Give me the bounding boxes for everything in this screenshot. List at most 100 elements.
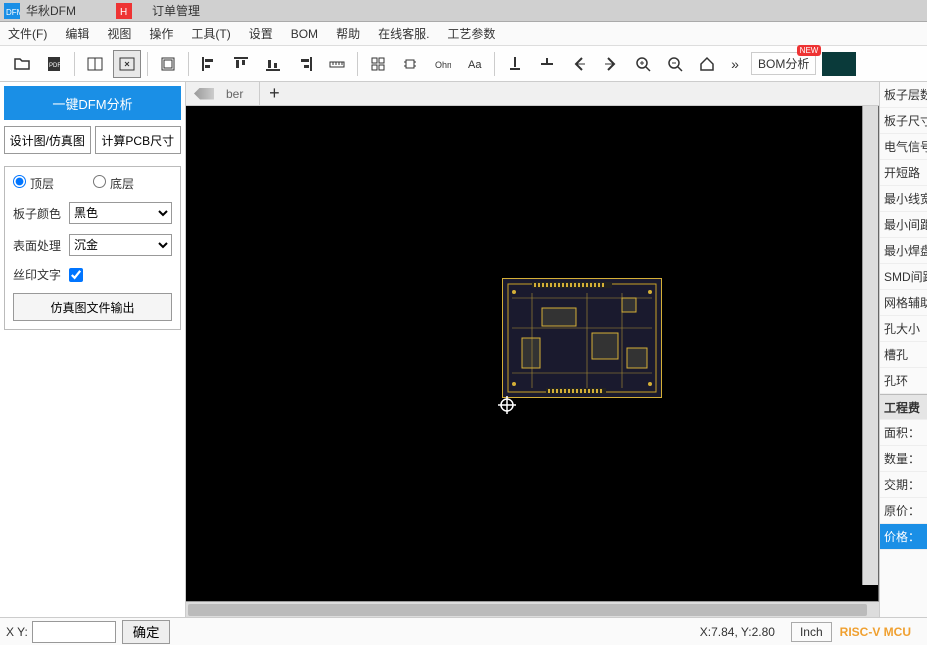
confirm-button[interactable]: 确定 <box>122 620 171 644</box>
cost-item-2: 交期： <box>880 472 927 498</box>
menu-bom[interactable]: BOM <box>291 27 318 41</box>
layers-button[interactable] <box>154 50 182 78</box>
statusbar: X Y: 确定 X:7.84, Y:2.80 Inch RISC-V MCU <box>0 617 927 645</box>
text-button[interactable]: Aa <box>460 50 488 78</box>
align-bottom-icon <box>264 55 282 73</box>
align-right-button[interactable] <box>291 50 319 78</box>
radio-bottom-layer[interactable]: 底层 <box>93 175 149 192</box>
menu-help[interactable]: 帮助 <box>336 25 360 42</box>
open-folder-icon <box>13 55 31 73</box>
cost-item-3: 原价： <box>880 498 927 524</box>
check-item-2[interactable]: 电气信号 <box>880 134 927 160</box>
check-item-9[interactable]: 孔大小 <box>880 316 927 342</box>
unit-display[interactable]: Inch <box>791 622 832 642</box>
arrow-left-icon <box>570 55 588 73</box>
text-icon: Aa <box>465 55 483 73</box>
menu-action[interactable]: 操作 <box>149 25 173 42</box>
panel-split-icon <box>86 55 104 73</box>
align-left-button[interactable] <box>195 50 223 78</box>
check-item-1[interactable]: 板子尺寸 <box>880 108 927 134</box>
export-sim-button[interactable]: 仿真图文件输出 <box>13 293 172 321</box>
vertical-scrollbar[interactable] <box>862 106 878 585</box>
arrow-left-button[interactable] <box>565 50 593 78</box>
more-button[interactable]: » <box>727 56 743 72</box>
check-item-0[interactable]: 板子层数 <box>880 82 927 108</box>
toolbar: PDF Ohm Aa » BOM分析NEW <box>0 46 927 82</box>
menu-view[interactable]: 视图 <box>107 25 131 42</box>
bom-analyze-button[interactable]: BOM分析NEW <box>751 52 816 75</box>
dfm-analyze-button[interactable]: 一键DFM分析 <box>4 86 181 120</box>
titlebar-order-tab[interactable]: 订单管理 <box>152 2 200 19</box>
check-item-4[interactable]: 最小线宽 <box>880 186 927 212</box>
align-top-icon <box>232 55 250 73</box>
export-pdf-button[interactable]: PDF <box>40 50 68 78</box>
check-item-3[interactable]: 开短路 <box>880 160 927 186</box>
arrow-right-button[interactable] <box>597 50 625 78</box>
home-button[interactable] <box>693 50 721 78</box>
pin-icon <box>506 55 524 73</box>
svg-text:Ohm: Ohm <box>435 60 451 70</box>
calc-pcb-button[interactable]: 计算PCB尺寸 <box>95 126 182 154</box>
svg-text:PDF: PDF <box>49 63 61 69</box>
zoom-in-button[interactable] <box>629 50 657 78</box>
ruler-button[interactable] <box>323 50 351 78</box>
align-bottom-button[interactable] <box>259 50 287 78</box>
order-icon: H <box>116 3 132 19</box>
align-top-button[interactable] <box>227 50 255 78</box>
zoom-out-icon <box>666 55 684 73</box>
pin-button[interactable] <box>501 50 529 78</box>
menu-online[interactable]: 在线客服. <box>378 25 429 42</box>
sidebar-left: 一键DFM分析 设计图/仿真图 计算PCB尺寸 顶层 底层 板子颜色 黑色 表面… <box>0 82 186 617</box>
menu-params[interactable]: 工艺参数 <box>447 25 495 42</box>
align-right-icon <box>296 55 314 73</box>
zoom-out-button[interactable] <box>661 50 689 78</box>
open-folder-button[interactable] <box>8 50 36 78</box>
panel-select-button[interactable] <box>113 50 141 78</box>
tab-gerber[interactable]: ber <box>186 82 260 106</box>
ruler-icon <box>328 55 346 73</box>
grid-button[interactable] <box>364 50 392 78</box>
zoom-in-icon <box>634 55 652 73</box>
check-item-11[interactable]: 孔环 <box>880 368 927 394</box>
pcb-board-preview <box>502 278 662 398</box>
check-item-6[interactable]: 最小焊盘 <box>880 238 927 264</box>
menu-settings[interactable]: 设置 <box>249 25 273 42</box>
chip-button[interactable] <box>396 50 424 78</box>
check-item-7[interactable]: SMD间距 <box>880 264 927 290</box>
panel-split-button[interactable] <box>81 50 109 78</box>
pcb-canvas[interactable] <box>186 106 879 601</box>
svg-text:DFM: DFM <box>6 8 20 17</box>
design-sim-button[interactable]: 设计图/仿真图 <box>4 126 91 154</box>
select-surface[interactable]: 沉金 <box>69 234 172 256</box>
horizontal-scrollbar[interactable] <box>186 601 879 617</box>
home-icon <box>698 55 716 73</box>
menu-file[interactable]: 文件(F) <box>8 25 47 42</box>
xy-input[interactable] <box>32 621 116 643</box>
resistor-button[interactable]: Ohm <box>428 50 456 78</box>
tab-add-button[interactable]: + <box>260 83 288 104</box>
cost-item-4: 价格： <box>880 524 927 550</box>
select-board-color[interactable]: 黑色 <box>69 202 172 224</box>
xy-label: X Y: <box>6 625 28 639</box>
label-board-color: 板子颜色 <box>13 205 69 222</box>
menu-tools[interactable]: 工具(T) <box>191 25 230 42</box>
check-item-5[interactable]: 最小间距 <box>880 212 927 238</box>
cost-section-header: 工程费 <box>880 394 927 420</box>
app-icon: DFM <box>4 3 20 19</box>
cursor-coords: X:7.84, Y:2.80 <box>700 625 775 639</box>
align-left-icon <box>200 55 218 73</box>
watermark-text: RISC-V MCU <box>840 625 911 639</box>
label-surface: 表面处理 <box>13 237 69 254</box>
brand-logo <box>822 52 856 76</box>
radio-top-layer[interactable]: 顶层 <box>13 175 69 192</box>
check-item-8[interactable]: 网格辅助 <box>880 290 927 316</box>
plane-button[interactable] <box>533 50 561 78</box>
menu-edit[interactable]: 编辑 <box>65 25 89 42</box>
tabbar: ber + <box>186 82 879 106</box>
checkbox-silk[interactable] <box>69 268 83 282</box>
sim-panel: 顶层 底层 板子颜色 黑色 表面处理 沉金 丝印文字 仿真图文件输出 <box>4 166 181 330</box>
sidebar-right: 板子层数板子尺寸电气信号开短路最小线宽最小间距最小焊盘SMD间距网格辅助孔大小槽… <box>879 82 927 617</box>
menubar: 文件(F) 编辑 视图 操作 工具(T) 设置 BOM 帮助 在线客服. 工艺参… <box>0 22 927 46</box>
check-item-10[interactable]: 槽孔 <box>880 342 927 368</box>
chip-icon <box>401 55 419 73</box>
